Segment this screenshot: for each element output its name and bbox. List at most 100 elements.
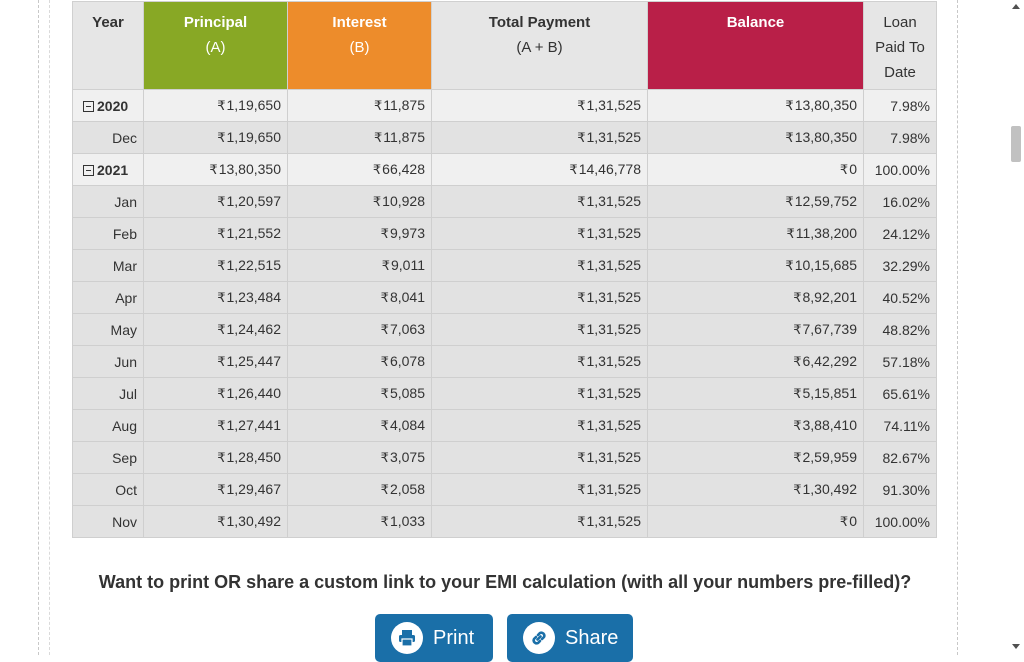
period-label: Oct [115,481,137,498]
link-icon [523,622,555,654]
share-prompt-text: Want to print OR share a custom link to … [98,572,912,592]
rupee-icon: ₹ [217,98,226,113]
total-cell: ₹1,31,525 [431,377,648,410]
collapse-minus-icon[interactable] [83,164,94,176]
table-year-row[interactable]: 2021 ₹13,80,350 ₹66,428 ₹14,46,778 ₹0 100.00% [72,153,937,186]
total-value: 1,31,525 [586,321,642,337]
balance-cell: ₹8,92,201 [647,281,864,314]
rupee-icon: ₹ [380,514,389,529]
total-value: 1,31,525 [586,385,642,401]
principal-value: 1,25,447 [226,353,282,369]
rupee-icon: ₹ [373,98,383,113]
principal-cell: ₹1,22,515 [143,249,288,282]
header-loan-paid-to-date: Loan Paid To Date [863,1,937,90]
interest-value: 66,428 [382,161,425,177]
principal-value: 13,80,350 [218,161,281,177]
loan-paid-cell: 16.02% [863,185,937,218]
principal-value: 1,28,450 [226,449,282,465]
principal-value: 1,23,484 [226,289,282,305]
scrollbar-thumb[interactable] [1011,126,1021,162]
principal-value: 1,30,492 [226,513,282,529]
balance-cell: ₹0 [647,505,864,538]
balance-cell: ₹0 [647,153,864,186]
total-cell: ₹1,31,525 [431,121,648,154]
collapse-minus-icon[interactable] [83,100,94,112]
scroll-down-arrow-icon[interactable] [1012,644,1020,649]
rupee-icon: ₹ [577,98,586,113]
balance-cell: ₹11,38,200 [647,217,864,250]
month-cell: Aug [72,409,144,442]
table-row: Jan ₹1,20,597 ₹10,928 ₹1,31,525 ₹12,59,752 16… [72,185,937,218]
loan-paid-cell: 48.82% [863,313,937,346]
rupee-icon: ₹ [380,386,389,401]
table-row: Nov ₹1,30,492 ₹1,033 ₹1,31,525 ₹0 100.00% [72,505,937,538]
total-value: 1,31,525 [586,417,642,433]
period-label: Jun [114,353,137,370]
loan-paid-cell: 32.29% [863,249,937,282]
interest-cell: ₹11,875 [287,121,432,154]
vertical-scrollbar[interactable] [1008,0,1024,655]
table-year-row[interactable]: 2020 ₹1,19,650 ₹11,875 ₹1,31,525 ₹13,80,350 7… [72,89,937,122]
year-cell[interactable]: 2020 [72,89,144,122]
interest-value: 7,063 [389,321,425,337]
total-value: 1,31,525 [586,289,642,305]
total-value: 1,31,525 [586,481,642,497]
total-cell: ₹14,46,778 [431,153,648,186]
principal-value: 1,21,552 [226,225,282,241]
balance-cell: ₹10,15,685 [647,249,864,282]
total-value: 1,31,525 [586,129,642,145]
rupee-icon: ₹ [217,130,226,145]
principal-cell: ₹13,80,350 [143,153,288,186]
balance-value: 8,92,201 [802,289,858,305]
rupee-icon: ₹ [793,418,802,433]
rupee-icon: ₹ [793,482,802,497]
principal-cell: ₹1,20,597 [143,185,288,218]
interest-value: 3,075 [389,449,425,465]
rupee-icon: ₹ [372,162,382,177]
rupee-icon: ₹ [381,258,390,273]
rupee-icon: ₹ [380,322,389,337]
rupee-icon: ₹ [380,226,389,241]
interest-value: 6,078 [389,353,425,369]
period-label: Feb [112,225,137,242]
balance-value: 11,38,200 [795,225,857,241]
table-row: Oct ₹1,29,467 ₹2,058 ₹1,31,525 ₹1,30,492 91.3… [72,473,937,506]
table-row: Jul ₹1,26,440 ₹5,085 ₹1,31,525 ₹5,15,851 65.6… [72,377,937,410]
scroll-up-arrow-icon[interactable] [1012,4,1020,9]
rupee-icon: ₹ [380,450,389,465]
rupee-icon: ₹ [785,130,794,145]
year-cell[interactable]: 2021 [72,153,144,186]
balance-value: 0 [849,513,857,529]
interest-cell: ₹4,084 [287,409,432,442]
rupee-icon: ₹ [217,258,226,273]
loan-paid-cell: 65.61% [863,377,937,410]
emi-schedule-table-container: Year Principal (A) Interest (B) Total Paym… [72,1,937,538]
rupee-icon: ₹ [380,354,389,369]
interest-cell: ₹8,041 [287,281,432,314]
principal-value: 1,19,650 [226,97,282,113]
interest-cell: ₹2,058 [287,473,432,506]
principal-cell: ₹1,19,650 [143,121,288,154]
period-label: Apr [115,289,137,306]
table-body: 2020 ₹1,19,650 ₹11,875 ₹1,31,525 ₹13,80,350 7… [72,89,937,538]
principal-value: 1,26,440 [226,385,282,401]
principal-cell: ₹1,23,484 [143,281,288,314]
balance-value: 6,42,292 [802,353,858,369]
total-value: 1,31,525 [586,353,642,369]
total-cell: ₹1,31,525 [431,441,648,474]
balance-cell: ₹13,80,350 [647,89,864,122]
interest-value: 9,011 [391,257,425,273]
period-label: May [110,321,137,338]
period-label: 2020 [97,97,129,114]
rupee-icon: ₹ [577,386,586,401]
loan-paid-cell: 7.98% [863,121,937,154]
balance-cell: ₹2,59,959 [647,441,864,474]
loan-paid-cell: 82.67% [863,441,937,474]
rupee-icon: ₹ [372,194,382,209]
total-value: 1,31,525 [586,97,642,113]
rupee-icon: ₹ [217,514,226,529]
period-label: Sep [112,449,137,466]
rupee-icon: ₹ [380,482,389,497]
share-button-label: Share [565,626,619,649]
rupee-icon: ₹ [793,322,802,337]
